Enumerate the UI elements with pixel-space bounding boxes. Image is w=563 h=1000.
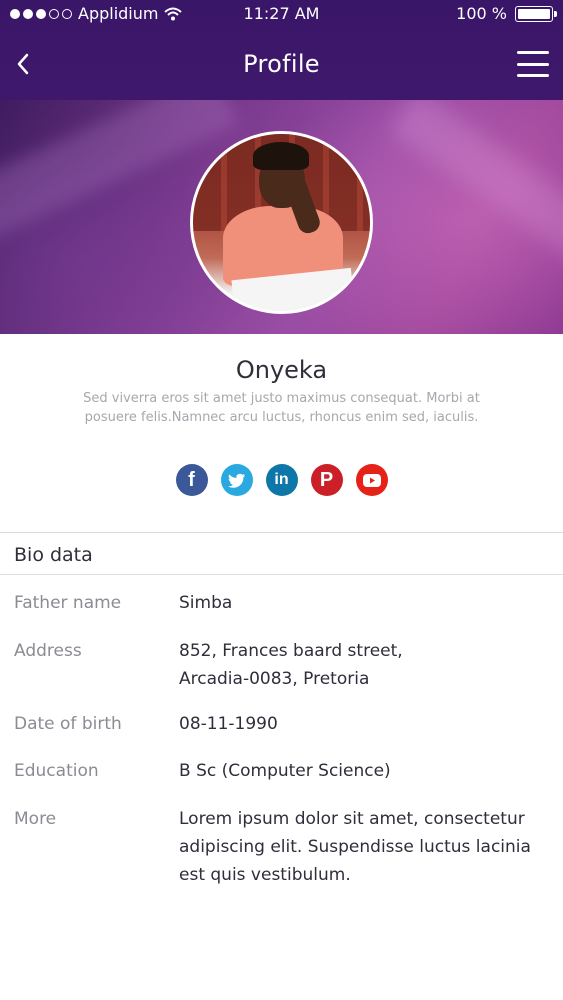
profile-about: Sed viverra eros sit amet justo maximus …: [83, 391, 480, 425]
twitter-icon[interactable]: [220, 464, 253, 496]
profile-name: Onyeka: [235, 356, 328, 384]
battery-percent: 100 %: [456, 4, 507, 23]
bio-label: Address: [14, 641, 82, 661]
status-bar: Applidium 11:27 AM 100 %: [0, 0, 563, 28]
divider: [0, 574, 563, 575]
battery-icon: [515, 5, 557, 22]
hamburger-menu-icon[interactable]: [517, 51, 549, 77]
bio-label: Date of birth: [14, 714, 122, 734]
facebook-icon[interactable]: f: [175, 464, 208, 496]
bio-value: Simba: [179, 593, 233, 613]
social-links: f in P: [0, 464, 563, 496]
bio-value: B Sc (Computer Science): [179, 761, 391, 781]
bio-label: Father name: [14, 593, 122, 613]
bio-value: Lorem ipsum dolor sit amet, consectetur …: [179, 809, 531, 885]
youtube-play-glyph: [362, 473, 381, 487]
linkedin-icon[interactable]: in: [265, 464, 298, 496]
profile-cover: [0, 100, 563, 334]
battery-group: 100 %: [456, 4, 557, 23]
bio-value: 08-11-1990: [179, 714, 278, 734]
twitter-bird-glyph: [227, 473, 245, 488]
pinterest-icon[interactable]: P: [310, 464, 343, 496]
youtube-icon[interactable]: [355, 464, 388, 496]
bio-label: More: [14, 809, 57, 829]
app-header: Applidium 11:27 AM 100 % Profile: [0, 0, 563, 100]
bio-label: Education: [14, 761, 99, 781]
bio-value: 852, Frances baard street, Arcadia-0083,…: [179, 641, 403, 689]
nav-bar: Profile: [0, 36, 563, 92]
divider: [0, 532, 563, 533]
avatar: [190, 131, 373, 314]
page-title: Profile: [243, 50, 320, 78]
section-title-bio: Bio data: [14, 544, 93, 566]
